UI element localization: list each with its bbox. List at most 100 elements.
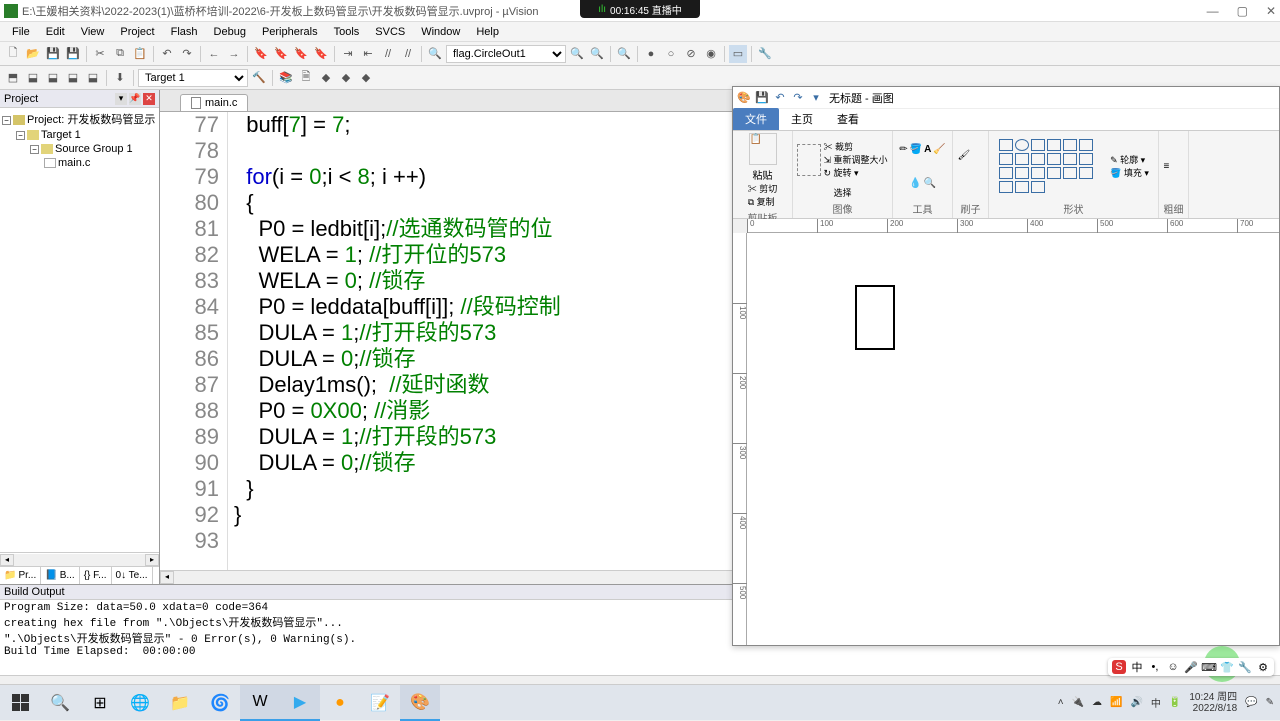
open-file-icon[interactable]: 📂	[24, 45, 42, 63]
incremental-find-icon[interactable]: 🔍	[588, 45, 606, 63]
tree-file[interactable]: main.c	[2, 156, 157, 170]
menu-svcs[interactable]: SVCS	[367, 24, 413, 40]
taskbar-paint[interactable]: 🎨	[400, 685, 440, 721]
project-hscroll[interactable]: ◂ ▸	[0, 552, 159, 566]
scroll-left-icon[interactable]: ◂	[160, 571, 174, 584]
select-button[interactable]	[797, 144, 821, 176]
ime-settings-icon[interactable]: ⚙	[1256, 660, 1270, 674]
tab-books[interactable]: 📘B...	[41, 567, 79, 584]
ime-icon[interactable]: S	[1112, 660, 1126, 674]
taskbar-clock[interactable]: 10:24 周四 2022/8/18	[1189, 692, 1237, 714]
taskbar-app2[interactable]: ●	[320, 685, 360, 721]
tray-volume-icon[interactable]: 🔊	[1130, 697, 1142, 708]
zoom-tool-icon[interactable]: 🔍	[924, 178, 936, 189]
find-in-files-icon[interactable]: 🔍	[568, 45, 586, 63]
tray-pen-icon[interactable]: ✎	[1266, 697, 1274, 708]
breakpoint-window-icon[interactable]: ◉	[702, 45, 720, 63]
tray-battery-icon[interactable]: 🔋	[1169, 697, 1181, 708]
manage-packs-icon[interactable]: ◆	[317, 69, 335, 87]
find-combo[interactable]: flag.CircleOut1	[446, 45, 566, 63]
manage-books-icon[interactable]: 📚	[277, 69, 295, 87]
rebuild-icon[interactable]: ⬓	[44, 69, 62, 87]
menu-peripherals[interactable]: Peripherals	[254, 24, 326, 40]
menu-help[interactable]: Help	[468, 24, 507, 40]
size-button[interactable]: ≡	[1164, 161, 1184, 172]
copy-button[interactable]: ⧉ 复制	[748, 195, 778, 208]
taskbar-explorer[interactable]: 📁	[160, 685, 200, 721]
ime-voice-icon[interactable]: 🎤	[1184, 660, 1198, 674]
task-view-button[interactable]: ⊞	[80, 685, 120, 721]
breakpoint-kill-icon[interactable]: ⊘	[682, 45, 700, 63]
brush-button[interactable]: 🖌	[958, 150, 984, 182]
outdent-icon[interactable]: ⇤	[359, 45, 377, 63]
save-all-icon[interactable]: 💾	[64, 45, 82, 63]
tray-notifications-icon[interactable]: 💬	[1245, 697, 1257, 708]
paint-tab-file[interactable]: 文件	[733, 108, 779, 130]
menu-tools[interactable]: Tools	[326, 24, 368, 40]
bookmark-next-icon[interactable]: 🔖	[292, 45, 310, 63]
redo-icon[interactable]: ↷	[178, 45, 196, 63]
rotate-button[interactable]: ↻ 旋转 ▾	[823, 166, 887, 179]
tray-wifi-icon[interactable]: 📶	[1110, 697, 1122, 708]
shapes-gallery[interactable]	[998, 138, 1108, 194]
translate-icon[interactable]: ⬒	[4, 69, 22, 87]
indent-icon[interactable]: ⇥	[339, 45, 357, 63]
undo-icon[interactable]: ↶	[158, 45, 176, 63]
download-icon[interactable]: ⬇	[111, 69, 129, 87]
project-tree[interactable]: −Project: 开发板数码管显示 −Target 1 −Source Gro…	[0, 108, 159, 552]
select-packs-icon[interactable]: ◆	[337, 69, 355, 87]
taskbar-wps[interactable]: W	[240, 685, 280, 721]
paint-redo-icon[interactable]: ↷	[791, 91, 805, 105]
shape-fill-button[interactable]: 🪣 填充 ▾	[1110, 166, 1149, 179]
cut-button[interactable]: ✂ 剪切	[748, 182, 778, 195]
configure-icon[interactable]: 🔧	[756, 45, 774, 63]
ime-skin-icon[interactable]: 👕	[1220, 660, 1234, 674]
paint-tab-home[interactable]: 主页	[779, 108, 825, 130]
fill-tool-icon[interactable]: 🪣	[910, 144, 922, 155]
menu-project[interactable]: Project	[112, 24, 162, 40]
shape-outline-button[interactable]: ✎ 轮廓 ▾	[1110, 153, 1149, 166]
close-button[interactable]: ✕	[1266, 4, 1276, 18]
paint-qat-dropdown-icon[interactable]: ▾	[809, 91, 823, 105]
start-button[interactable]	[0, 685, 40, 721]
find-icon[interactable]: 🔍	[426, 45, 444, 63]
uncomment-icon[interactable]: //	[399, 45, 417, 63]
ime-punct-icon[interactable]: •,	[1148, 660, 1162, 674]
taskbar-app3[interactable]: 📝	[360, 685, 400, 721]
text-tool-icon[interactable]: A	[924, 144, 931, 155]
ime-lang-icon[interactable]: 中	[1130, 660, 1144, 674]
breakpoint-icon[interactable]: ●	[642, 45, 660, 63]
stop-build-icon[interactable]: ⬓	[84, 69, 102, 87]
taskbar-chrome[interactable]: 🌐	[120, 685, 160, 721]
bookmark-prev-icon[interactable]: 🔖	[272, 45, 290, 63]
paste-button[interactable]: 📋	[749, 133, 777, 165]
ime-keyboard-icon[interactable]: ⌨	[1202, 660, 1216, 674]
target-combo[interactable]: Target 1	[138, 69, 248, 87]
ime-tool-icon[interactable]: 🔧	[1238, 660, 1252, 674]
bookmark-clear-icon[interactable]: 🔖	[312, 45, 330, 63]
taskbar-app1[interactable]: ▶	[280, 685, 320, 721]
taskbar-edge[interactable]: 🌀	[200, 685, 240, 721]
paint-canvas[interactable]	[747, 233, 1279, 645]
menu-file[interactable]: File	[4, 24, 38, 40]
nav-fwd-icon[interactable]: →	[225, 45, 243, 63]
menu-debug[interactable]: Debug	[206, 24, 254, 40]
tray-up-icon[interactable]: ˄	[1058, 697, 1064, 708]
tray-ime-icon[interactable]: 中	[1151, 695, 1161, 710]
pane-dropdown-icon[interactable]: ▾	[115, 93, 127, 105]
search-button[interactable]: 🔍	[40, 685, 80, 721]
maximize-button[interactable]: ▢	[1237, 4, 1248, 18]
pane-pin-icon[interactable]: 📌	[129, 93, 141, 105]
eraser-tool-icon[interactable]: 🧹	[933, 144, 945, 155]
build-icon[interactable]: ⬓	[24, 69, 42, 87]
cut-icon[interactable]: ✂	[91, 45, 109, 63]
pencil-tool-icon[interactable]: ✏	[899, 144, 907, 155]
paint-tab-view[interactable]: 查看	[825, 108, 871, 130]
menu-view[interactable]: View	[73, 24, 113, 40]
paint-undo-icon[interactable]: ↶	[773, 91, 787, 105]
tab-functions[interactable]: {} F...	[80, 567, 112, 584]
paste-icon[interactable]: 📋	[131, 45, 149, 63]
input-method-tray[interactable]: S 中 •, ☺ 🎤 ⌨ 👕 🔧 ⚙	[1108, 658, 1274, 676]
menu-edit[interactable]: Edit	[38, 24, 73, 40]
bookmark-icon[interactable]: 🔖	[252, 45, 270, 63]
